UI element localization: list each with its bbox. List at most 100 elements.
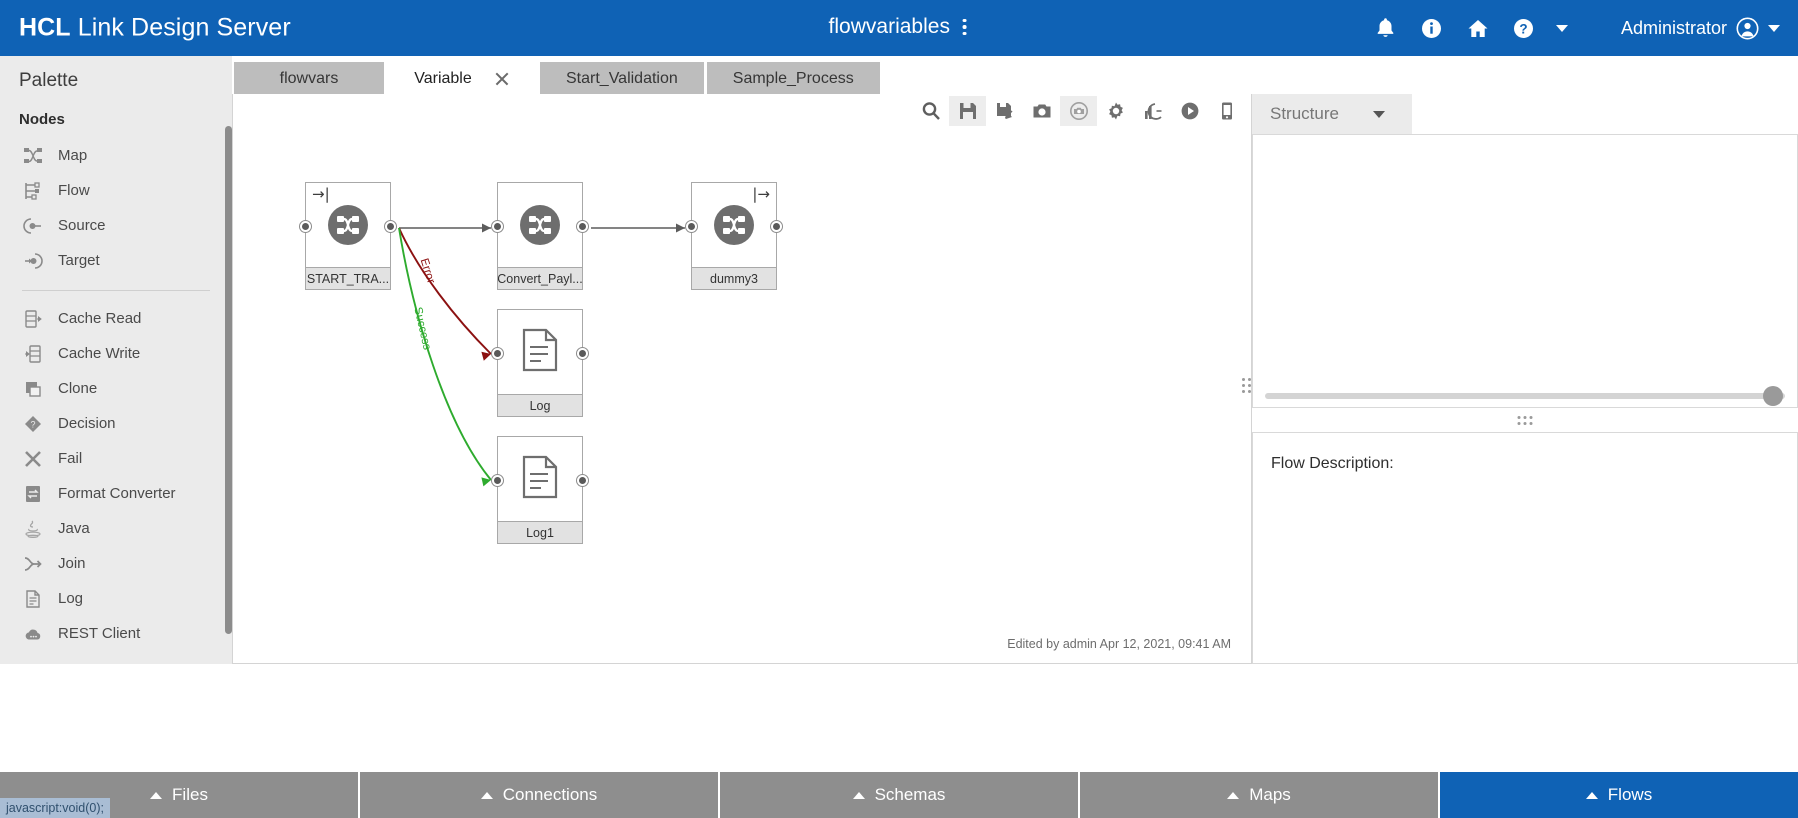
output-port[interactable] (577, 221, 588, 232)
structure-panel-header[interactable]: Structure (1252, 94, 1412, 134)
flow-node-log1[interactable]: Log1 (497, 436, 583, 544)
bottom-nav-connections[interactable]: Connections (360, 772, 718, 818)
bottom-navigation: Files Connections Schemas Maps Flows (0, 772, 1798, 818)
chevron-up-icon (1227, 792, 1239, 799)
target-node-icon (22, 250, 44, 272)
bottom-nav-maps[interactable]: Maps (1080, 772, 1438, 818)
flow-node-start[interactable]: →| START_TRA... (305, 182, 391, 290)
svg-text:?: ? (30, 419, 35, 429)
tab-sample-process[interactable]: Sample_Process (707, 62, 880, 96)
palette-item-label: Decision (58, 415, 116, 432)
document-title-area: flowvariables (829, 15, 970, 39)
node-label: dummy3 (691, 268, 777, 290)
palette-item-decision[interactable]: ? Decision (0, 406, 232, 441)
structure-scroll-track[interactable] (1265, 393, 1785, 399)
map-node-icon (714, 205, 754, 245)
palette-sidebar: Palette Nodes Map Flow Source (0, 56, 232, 664)
palette-item-log[interactable]: Log (0, 581, 232, 616)
panel-resize-handle-horizontal[interactable] (1518, 416, 1533, 425)
output-port[interactable] (771, 221, 782, 232)
notifications-bell-icon[interactable] (1363, 0, 1409, 56)
palette-primary-list: Map Flow Source Target (0, 138, 232, 278)
palette-secondary-list: Cache Read Cache Write Clone ? Decision (0, 301, 232, 651)
palette-item-label: Java (58, 520, 90, 537)
brand-light: Link Design Server (71, 14, 291, 42)
palette-item-fail[interactable]: Fail (0, 441, 232, 476)
tab-start-validation[interactable]: Start_Validation (540, 62, 704, 96)
palette-section-nodes: Nodes (0, 92, 232, 128)
palette-divider (22, 290, 210, 291)
flow-canvas[interactable]: Error Success →| START_TRA... (232, 94, 1252, 664)
help-icon[interactable]: ? (1501, 0, 1547, 56)
palette-scrollbar[interactable] (225, 126, 232, 634)
palette-item-target[interactable]: Target (0, 243, 232, 278)
structure-scroll-thumb[interactable] (1763, 386, 1783, 406)
palette-item-join[interactable]: Join (0, 546, 232, 581)
flow-node-log[interactable]: Log (497, 309, 583, 417)
tab-variable[interactable]: Variable (387, 62, 537, 96)
flow-node-convert[interactable]: Convert_Payl... (497, 182, 583, 290)
document-menu-icon[interactable] (960, 16, 970, 39)
node-body[interactable] (497, 436, 583, 522)
rest-client-icon (22, 623, 44, 645)
user-menu[interactable]: Administrator (1621, 17, 1780, 40)
decision-icon: ? (22, 413, 44, 435)
palette-item-cache-read[interactable]: Cache Read (0, 301, 232, 336)
palette-item-clone[interactable]: Clone (0, 371, 232, 406)
bottom-nav-label: Schemas (875, 785, 946, 805)
chevron-down-icon[interactable] (1373, 111, 1385, 118)
log-icon (521, 328, 559, 377)
info-icon[interactable] (1409, 0, 1455, 56)
input-port[interactable] (686, 221, 697, 232)
palette-item-rest-client[interactable]: REST Client (0, 616, 232, 651)
app-brand: HCL Link Design Server (19, 14, 291, 43)
palette-item-cache-write[interactable]: Cache Write (0, 336, 232, 371)
output-port[interactable] (385, 221, 396, 232)
tab-flowvars[interactable]: flowvars (234, 62, 384, 96)
structure-title: Structure (1270, 104, 1339, 124)
palette-item-label: Cache Write (58, 345, 140, 362)
map-node-icon (22, 145, 44, 167)
input-port[interactable] (300, 221, 311, 232)
input-port[interactable] (492, 348, 503, 359)
palette-item-format-converter[interactable]: Format Converter (0, 476, 232, 511)
palette-item-label: Fail (58, 450, 82, 467)
edge-success (399, 228, 491, 480)
app-header: HCL Link Design Server flowvariables ? A… (0, 0, 1798, 56)
edited-by-note: Edited by admin Apr 12, 2021, 09:41 AM (1007, 637, 1231, 651)
flow-node-dummy3[interactable]: |→ dummy3 (691, 182, 777, 290)
flow-description-panel[interactable]: Flow Description: (1252, 432, 1798, 664)
palette-item-label: Flow (58, 182, 90, 199)
bottom-nav-label: Maps (1249, 785, 1291, 805)
palette-item-label: Join (58, 555, 86, 572)
input-port[interactable] (492, 221, 503, 232)
cache-read-icon (22, 308, 44, 330)
join-icon (22, 553, 44, 575)
node-body[interactable]: →| (305, 182, 391, 268)
node-body[interactable] (497, 182, 583, 268)
structure-panel-body[interactable] (1252, 134, 1798, 408)
bottom-nav-schemas[interactable]: Schemas (720, 772, 1078, 818)
node-label: Convert_Payl... (497, 268, 583, 290)
node-body[interactable] (497, 309, 583, 395)
output-port[interactable] (577, 475, 588, 486)
map-node-icon (520, 205, 560, 245)
close-icon[interactable] (494, 71, 510, 87)
output-port[interactable] (577, 348, 588, 359)
palette-item-map[interactable]: Map (0, 138, 232, 173)
svg-text:?: ? (1520, 21, 1528, 36)
input-port[interactable] (492, 475, 503, 486)
tab-label: Sample_Process (733, 70, 854, 88)
home-icon[interactable] (1455, 0, 1501, 56)
user-dropdown-caret[interactable] (1768, 25, 1780, 32)
help-dropdown-caret[interactable] (1547, 0, 1577, 56)
palette-item-source[interactable]: Source (0, 208, 232, 243)
log-icon (22, 588, 44, 610)
palette-item-java[interactable]: Java (0, 511, 232, 546)
palette-item-flow[interactable]: Flow (0, 173, 232, 208)
user-name-label: Administrator (1621, 18, 1727, 39)
panel-resize-handle-vertical[interactable] (1242, 378, 1251, 393)
node-body[interactable]: |→ (691, 182, 777, 268)
palette-item-label: REST Client (58, 625, 140, 642)
bottom-nav-flows[interactable]: Flows (1440, 772, 1798, 818)
